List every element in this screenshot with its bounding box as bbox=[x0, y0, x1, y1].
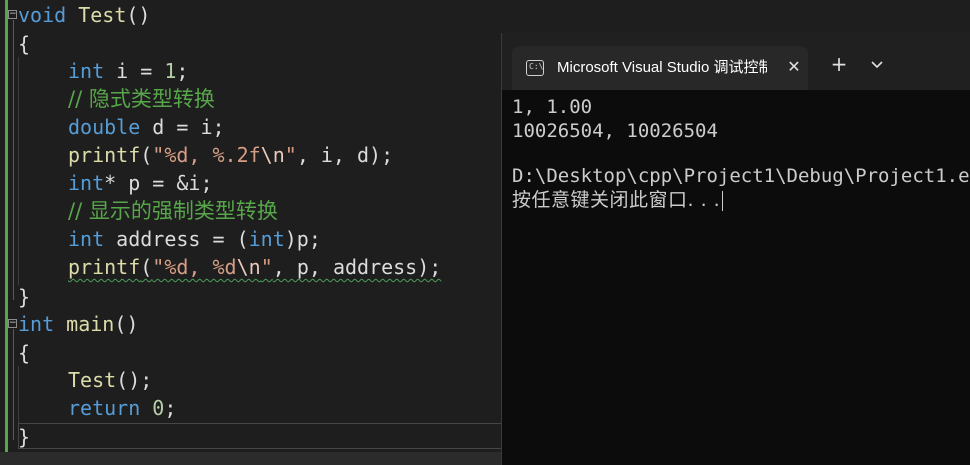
keyword-token: int bbox=[68, 59, 105, 83]
console-output-line: D:\Desktop\cpp\Project1\Debug\Project1.e… bbox=[512, 165, 970, 187]
string-literal: " bbox=[284, 143, 297, 167]
string-literal: "%d, %d bbox=[152, 255, 237, 279]
code-line[interactable]: printf("%d, %d\n", p, address); bbox=[18, 253, 441, 281]
code-token: i = bbox=[104, 59, 165, 83]
code-token: , i, d); bbox=[296, 143, 394, 167]
code-token: d = i; bbox=[140, 115, 225, 139]
fold-toggle-icon[interactable]: − bbox=[8, 319, 17, 328]
fold-guide bbox=[13, 329, 14, 440]
new-tab-icon[interactable]: + bbox=[828, 53, 850, 75]
number-literal: 1 bbox=[164, 59, 177, 83]
code-token: ; bbox=[164, 396, 177, 420]
brace-token: { bbox=[18, 341, 31, 365]
code-token: () bbox=[126, 3, 151, 27]
code-token: ; bbox=[176, 59, 189, 83]
code-line[interactable]: { bbox=[18, 339, 30, 367]
code-line[interactable]: Test(); bbox=[18, 366, 152, 394]
code-line[interactable]: return 0; bbox=[18, 394, 176, 422]
keyword-token: void bbox=[18, 3, 67, 27]
warning-squiggle[interactable]: printf("%d, %d\n", p, address); bbox=[68, 255, 441, 279]
keyword-token: double bbox=[68, 115, 141, 139]
function-name: printf bbox=[68, 255, 141, 279]
code-token: ( bbox=[140, 255, 153, 279]
code-token: (); bbox=[116, 368, 153, 392]
console-output-line: 按任意键关闭此窗口. . . bbox=[512, 188, 724, 212]
fold-toggle-icon[interactable]: − bbox=[8, 10, 17, 19]
code-token: )p; bbox=[284, 227, 321, 251]
tab-title: Microsoft Visual Studio 调试控制台 bbox=[557, 59, 767, 76]
code-line[interactable]: } bbox=[18, 423, 30, 451]
code-token: , p, address); bbox=[272, 255, 442, 279]
change-indicator-bar bbox=[5, 0, 8, 452]
brace-token: { bbox=[18, 32, 31, 56]
escape-sequence: \n bbox=[236, 255, 261, 279]
terminal-tab[interactable]: C:\ Microsoft Visual Studio 调试控制台 ✕ bbox=[512, 46, 808, 90]
function-name: Test bbox=[68, 368, 117, 392]
brace-token: } bbox=[18, 425, 31, 449]
console-prompt-text: 按任意键关闭此窗口. . . bbox=[512, 189, 721, 211]
terminal-tab-bar: C:\ Microsoft Visual Studio 调试控制台 ✕ + bbox=[502, 33, 970, 90]
code-line[interactable]: printf("%d, %.2f\n", i, d); bbox=[18, 141, 393, 169]
number-literal: 0 bbox=[152, 396, 165, 420]
console-output-line: 10026504, 10026504 bbox=[512, 120, 718, 142]
code-line[interactable]: // 隐式类型转换 bbox=[18, 85, 215, 113]
keyword-token: return bbox=[68, 396, 141, 420]
code-line[interactable]: int main() bbox=[18, 310, 138, 338]
comment-token: // 显示的强制类型转换 bbox=[68, 199, 278, 223]
fold-guide bbox=[13, 20, 14, 300]
current-line-highlight bbox=[18, 423, 502, 449]
keyword-token: int bbox=[68, 171, 105, 195]
code-line[interactable]: int address = (int)p; bbox=[18, 225, 321, 253]
string-literal: "%d, %.2f bbox=[152, 143, 261, 167]
code-line[interactable]: } bbox=[18, 283, 30, 311]
console-output-line: 1, 1.00 bbox=[512, 96, 593, 118]
code-line[interactable]: void Test() bbox=[18, 1, 150, 29]
escape-sequence: \n bbox=[260, 143, 285, 167]
brace-token: } bbox=[18, 285, 31, 309]
text-cursor bbox=[722, 190, 724, 211]
code-line[interactable]: { bbox=[18, 30, 30, 58]
debug-console-window[interactable]: C:\ Microsoft Visual Studio 调试控制台 ✕ + 1,… bbox=[501, 33, 970, 465]
keyword-token: int bbox=[248, 227, 285, 251]
code-token: address = ( bbox=[104, 227, 249, 251]
code-line[interactable]: int i = 1; bbox=[18, 57, 188, 85]
code-token: * p = &i; bbox=[104, 171, 213, 195]
function-name: printf bbox=[68, 143, 141, 167]
code-line[interactable]: int* p = &i; bbox=[18, 169, 213, 197]
console-icon: C:\ bbox=[526, 60, 544, 76]
code-line[interactable]: double d = i; bbox=[18, 113, 225, 141]
chevron-down-icon[interactable] bbox=[868, 55, 886, 73]
keyword-token: int bbox=[18, 312, 55, 336]
function-name: main bbox=[66, 312, 115, 336]
function-name: Test bbox=[78, 3, 127, 27]
code-token: ( bbox=[140, 143, 153, 167]
comment-token: // 隐式类型转换 bbox=[68, 87, 215, 111]
code-token: () bbox=[114, 312, 139, 336]
close-icon[interactable]: ✕ bbox=[784, 56, 804, 78]
code-line[interactable]: // 显示的强制类型转换 bbox=[18, 197, 278, 225]
string-literal: " bbox=[260, 255, 273, 279]
keyword-token: int bbox=[68, 227, 105, 251]
